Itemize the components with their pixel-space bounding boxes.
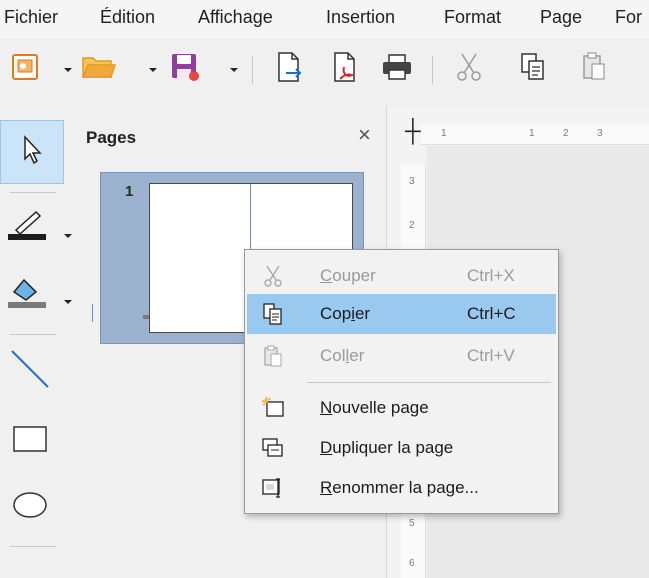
ruler-tick-label: 1	[529, 128, 535, 139]
menu-edition[interactable]: Édition	[100, 7, 155, 28]
menu-format[interactable]: Format	[444, 7, 501, 28]
menu-forme[interactable]: For	[615, 7, 642, 28]
fill-color-icon	[6, 274, 50, 315]
horizontal-ruler[interactable]: 1 1 2 3	[421, 124, 649, 145]
toolbar-separator	[10, 192, 56, 193]
close-icon[interactable]: ×	[358, 122, 371, 148]
chevron-down-icon	[63, 227, 73, 245]
open-dropdown[interactable]	[147, 64, 159, 76]
open-folder-icon	[81, 52, 117, 87]
chevron-down-icon	[148, 61, 158, 79]
ruler-tick-label: 6	[409, 558, 415, 569]
template-dropdown[interactable]	[62, 64, 74, 76]
menu-item-label: Nouvelle page	[320, 398, 429, 417]
menu-separator	[307, 382, 551, 383]
ruler-tick-label: 1	[441, 128, 447, 139]
mnemonic-letter: R	[320, 478, 333, 497]
menu-item-shortcut: Ctrl+X	[467, 266, 515, 285]
fill-color-button[interactable]	[2, 274, 54, 314]
toolbar-separator	[10, 546, 56, 547]
menu-item-shortcut: Ctrl+V	[467, 346, 515, 365]
line-tool-button[interactable]	[4, 346, 56, 396]
ruler-origin-icon[interactable]: ┼	[405, 118, 421, 144]
ruler-tick-label: 2	[563, 128, 569, 139]
template-icon	[10, 52, 40, 87]
rename-page-icon	[261, 476, 285, 500]
cut-button[interactable]	[450, 50, 488, 88]
menu-item-label: Dupliquer la page	[320, 438, 454, 457]
menu-affichage[interactable]: Affichage	[198, 7, 273, 28]
save-icon	[169, 51, 201, 88]
toolbar-separator	[252, 56, 253, 84]
pages-panel-title: Pages	[86, 128, 137, 147]
mnemonic-letter: i	[351, 304, 355, 323]
chevron-down-icon	[229, 61, 239, 79]
menu-item-rename-page[interactable]: Renommer la page...	[247, 468, 556, 508]
export-pdf-icon	[330, 51, 360, 88]
menu-item-new-page[interactable]: Nouvelle page	[247, 388, 556, 428]
context-menu: Couper Ctrl+X Copier Ctrl+C Coller Ctrl+…	[244, 249, 559, 514]
export-icon	[274, 51, 304, 88]
menu-item-label: Couper	[320, 266, 376, 285]
menu-item-label: Renommer la page...	[320, 478, 479, 497]
menu-item-label: Copier	[320, 304, 371, 323]
chevron-down-icon	[63, 293, 73, 311]
rectangle-tool-button[interactable]	[4, 416, 56, 466]
print-button[interactable]	[378, 50, 416, 88]
export-button[interactable]	[270, 50, 308, 88]
ruler-tick-label: 2	[409, 220, 415, 231]
copy-icon	[261, 302, 285, 326]
paste-icon	[580, 51, 610, 88]
menu-page[interactable]: Page	[540, 7, 582, 28]
toolbar-separator	[432, 56, 433, 84]
paste-icon	[261, 344, 285, 368]
copy-icon	[518, 51, 548, 88]
menu-fichier[interactable]: Fichier	[4, 7, 58, 28]
drawing-toolbar	[0, 106, 80, 578]
menu-bar: Fichier Édition Affichage Insertion Form…	[0, 0, 649, 38]
menu-item-copy[interactable]: Copier Ctrl+C	[247, 294, 556, 334]
standard-toolbar	[0, 38, 649, 106]
export-pdf-button[interactable]	[326, 50, 364, 88]
line-color-dropdown[interactable]	[62, 230, 74, 242]
menu-item-label: Coller	[320, 346, 365, 365]
mnemonic-letter: D	[320, 438, 333, 457]
mnemonic-letter: l	[345, 346, 350, 365]
chevron-down-icon	[63, 61, 73, 79]
select-tool-button[interactable]	[0, 120, 64, 184]
print-icon	[380, 52, 414, 87]
line-tool-icon	[8, 347, 52, 396]
new-page-icon	[261, 396, 285, 420]
menu-item-cut[interactable]: Couper Ctrl+X	[247, 256, 556, 296]
page-marker	[143, 315, 149, 319]
mnemonic-letter: N	[320, 398, 333, 417]
ruler-tick-label: 5	[409, 518, 415, 529]
paste-button[interactable]	[576, 50, 614, 88]
duplicate-page-icon	[261, 436, 285, 460]
menu-item-duplicate-page[interactable]: Dupliquer la page	[247, 428, 556, 468]
line-color-icon	[6, 206, 50, 247]
ruler-tick-label: 3	[409, 176, 415, 187]
save-button[interactable]	[166, 50, 204, 88]
rectangle-tool-icon	[10, 423, 50, 460]
select-arrow-icon	[19, 134, 45, 171]
ruler-tick-label: 3	[597, 128, 603, 139]
menu-insertion[interactable]: Insertion	[326, 7, 395, 28]
template-button[interactable]	[6, 50, 44, 88]
ellipse-tool-button[interactable]	[4, 482, 56, 532]
toolbar-separator	[10, 334, 56, 335]
ellipse-tool-icon	[10, 489, 50, 526]
menu-item-shortcut: Ctrl+C	[467, 304, 516, 323]
save-dropdown[interactable]	[228, 64, 240, 76]
mnemonic-letter: C	[320, 266, 333, 285]
copy-button[interactable]	[514, 50, 552, 88]
page-number: 1	[125, 183, 134, 200]
open-button[interactable]	[80, 50, 118, 88]
cut-icon	[261, 264, 285, 288]
menu-item-paste[interactable]: Coller Ctrl+V	[247, 336, 556, 376]
cut-icon	[454, 51, 484, 88]
insertion-marker	[92, 304, 93, 322]
line-color-button[interactable]	[2, 206, 54, 246]
fill-color-dropdown[interactable]	[62, 296, 74, 308]
